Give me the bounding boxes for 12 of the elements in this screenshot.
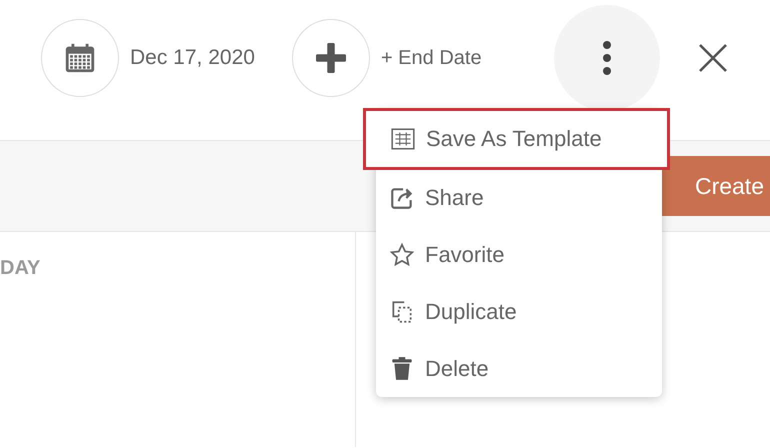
kebab-icon <box>602 40 612 76</box>
menu-item[interactable]: Delete <box>376 340 662 397</box>
column-heading: DAY <box>0 257 40 279</box>
star-icon <box>389 242 415 268</box>
close-icon <box>698 43 728 73</box>
grid-icon <box>390 126 416 152</box>
menu-item[interactable]: Favorite <box>376 226 662 284</box>
end-date-link[interactable]: + End Date <box>380 19 482 97</box>
start-date[interactable]: Dec 17, 2020 <box>130 19 255 97</box>
menu-item[interactable]: Save As Template <box>363 108 670 170</box>
menu-item[interactable]: Duplicate <box>376 283 662 340</box>
calendar-icon <box>63 41 97 75</box>
